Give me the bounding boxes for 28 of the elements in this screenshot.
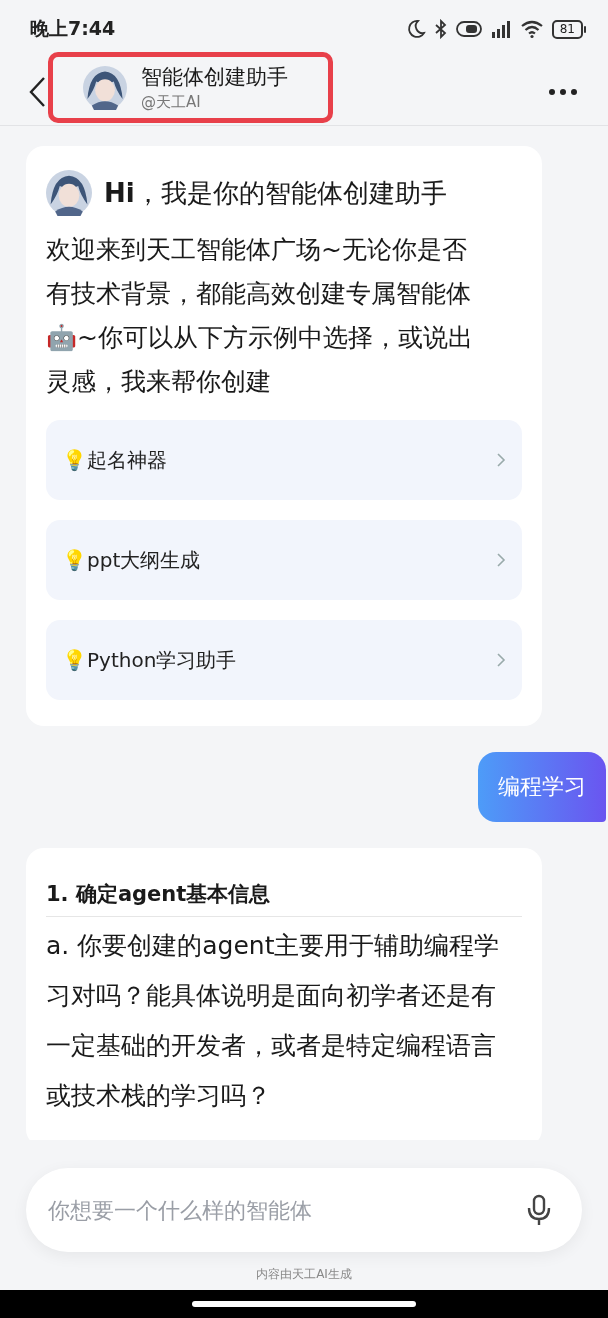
header-title: 智能体创建助手 [141, 64, 288, 91]
reply-text: a. 你要创建的agent主要用于辅助编程学习对吗？能具体说明是面向初学者还是有一定基础的开发者，或者是特定编程语言或技术栈的学习吗？ [46, 930, 501, 1112]
footer-note: 内容由天工AI生成 [256, 1266, 352, 1283]
avatar-icon [83, 65, 127, 110]
more-icon[interactable] [548, 87, 578, 96]
bluetooth-icon [433, 19, 448, 39]
wifi-icon [519, 19, 544, 39]
example-item[interactable]: 💡Python学习助手 [46, 620, 522, 700]
example-item[interactable]: 💡起名神器 [46, 420, 522, 500]
chevron-icon [496, 652, 506, 668]
toggle-icon [455, 21, 482, 37]
message-input-field[interactable]: 你想要一个什么样的智能体 [46, 1196, 526, 1224]
header-subtitle: @天工AI [141, 93, 202, 112]
reply-heading: 1. 确定agent基本信息 [46, 880, 522, 917]
user-message-bubble: 编程学习 [478, 752, 606, 822]
signal-icon [489, 19, 512, 39]
microphone-icon[interactable] [526, 1194, 552, 1226]
avatar-icon [46, 170, 92, 216]
back-icon[interactable] [28, 75, 48, 108]
status-time: 晚上7:44 [30, 16, 116, 41]
chevron-icon [496, 452, 506, 468]
moon-icon [405, 19, 426, 39]
chevron-icon [496, 552, 506, 568]
battery-level: 81 [551, 19, 583, 39]
example-item[interactable]: 💡ppt大纲生成 [46, 520, 522, 600]
input-bar[interactable]: 你想要一个什么样的智能体 [26, 1168, 582, 1252]
message-text: 欢迎来到天工智能体广场~无论你是否有技术背景，都能高效创建专属智能体🤖~你可以从下方示例中选择，或说出灵感，我来帮你创建 [46, 234, 474, 398]
greeting-text: Hi，我是你的智能体创建助手 [104, 176, 447, 210]
